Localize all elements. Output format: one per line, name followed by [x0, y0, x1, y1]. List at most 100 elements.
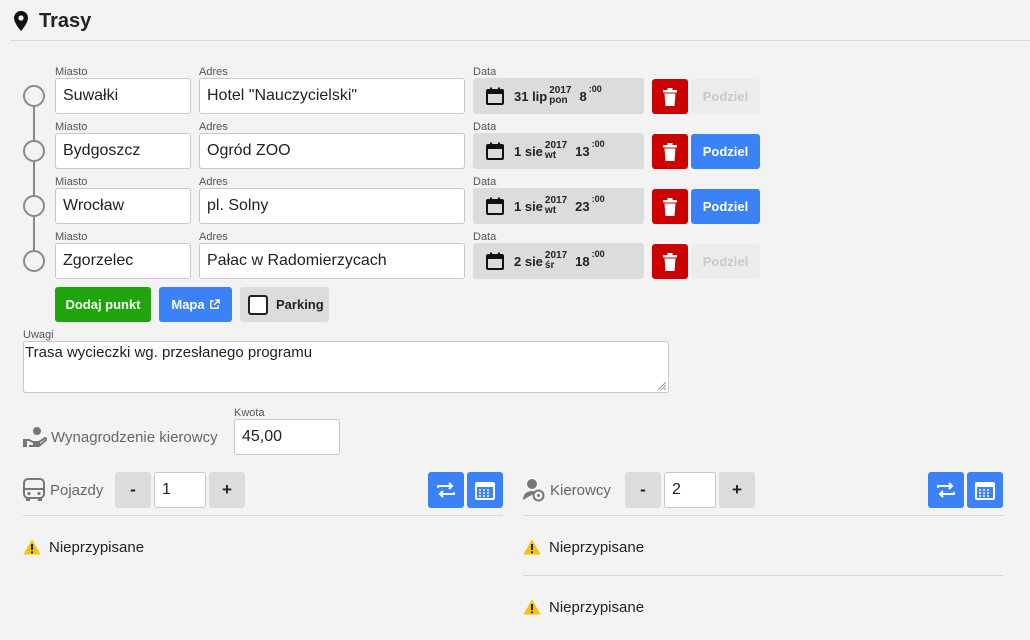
date-weekday: wt	[544, 150, 557, 161]
datetime-picker[interactable]: 2 sie 2017 śr 18 :00	[473, 243, 644, 279]
city-input[interactable]: Zgorzelec	[55, 243, 191, 279]
time-group: 23 :00	[575, 194, 604, 214]
driver-unassigned-item: Nieprzypisane	[523, 537, 644, 557]
date-year-weekday: 2017 pon	[549, 86, 571, 106]
datetime-picker[interactable]: 31 lip 2017 pon 8 :00	[473, 78, 644, 114]
calendar-icon	[975, 482, 995, 500]
delete-stop-button[interactable]	[652, 244, 688, 279]
warning-icon	[523, 599, 541, 615]
parking-toggle[interactable]: Parking	[240, 287, 329, 322]
drivers-divider	[523, 515, 1003, 516]
driver-pay-label-group: Wynagrodzenie kierowcy	[23, 425, 218, 449]
page-title: Trasy	[39, 10, 92, 32]
date-weekday: wt	[544, 205, 557, 216]
vehicles-count-input[interactable]: 1	[154, 472, 206, 508]
city-label: Miasto	[55, 231, 88, 243]
vehicles-decrement-button[interactable]: -	[115, 472, 151, 508]
city-label: Miasto	[55, 121, 88, 133]
time-hour: 13	[575, 143, 590, 159]
calendar-icon	[486, 197, 504, 215]
time-group: 13 :00	[575, 139, 604, 159]
hand-money-icon	[23, 427, 47, 447]
city-label: Miasto	[55, 66, 88, 78]
delete-stop-button[interactable]	[652, 79, 688, 114]
notes-text: Trasa wycieczki wg. przesłanego programu	[25, 344, 313, 361]
delete-stop-button[interactable]	[652, 134, 688, 169]
city-label: Miasto	[55, 176, 88, 188]
datetime-picker[interactable]: 1 sie 2017 wt 23 :00	[473, 188, 644, 224]
drivers-increment-button[interactable]: +	[719, 472, 755, 508]
date-label: Data	[473, 121, 497, 133]
vehicles-label-group: Pojazdy	[23, 478, 103, 502]
route-stop-marker	[23, 250, 45, 272]
calendar-icon	[475, 482, 495, 500]
section-header: Trasy	[10, 0, 1030, 41]
drivers-count-input[interactable]: 2	[664, 472, 716, 508]
city-input[interactable]: Wrocław	[55, 188, 191, 224]
drivers-calendar-button[interactable]	[967, 472, 1003, 508]
date-label: Data	[473, 66, 497, 78]
vehicles-increment-button[interactable]: +	[209, 472, 245, 508]
swap-icon	[437, 482, 455, 498]
date-year-weekday: 2017 wt	[545, 196, 567, 216]
trash-icon	[663, 142, 677, 161]
route-stop-marker	[23, 140, 45, 162]
vehicle-unassigned-item: Nieprzypisane	[23, 537, 144, 557]
time-group: 18 :00	[575, 249, 604, 269]
split-button[interactable]: Podziel	[691, 79, 760, 114]
split-button[interactable]: Podziel	[691, 244, 760, 279]
date-label: Data	[473, 176, 497, 188]
calendar-icon	[486, 252, 504, 270]
driver-icon	[523, 479, 545, 502]
city-input[interactable]: Suwałki	[55, 78, 191, 114]
route-stop-marker	[23, 85, 45, 107]
time-minute: :00	[591, 138, 605, 149]
time-minute: :00	[591, 248, 605, 259]
vehicles-calendar-button[interactable]	[467, 472, 503, 508]
date-day-month: 1 sie	[514, 143, 543, 159]
date-label: Data	[473, 231, 497, 243]
city-input[interactable]: Bydgoszcz	[55, 133, 191, 169]
time-hour: 23	[575, 198, 590, 214]
drivers-decrement-button[interactable]: -	[625, 472, 661, 508]
date-day-month: 2 sie	[514, 253, 543, 269]
address-input[interactable]: Hotel "Nauczycielski"	[199, 78, 465, 114]
add-point-button[interactable]: Dodaj punkt	[55, 287, 151, 322]
amount-input[interactable]: 45,00	[234, 419, 340, 455]
time-hour: 8	[579, 88, 587, 104]
drivers-divider	[523, 575, 1003, 576]
notes-textarea[interactable]: Trasa wycieczki wg. przesłanego programu	[23, 341, 669, 393]
address-label: Adres	[199, 66, 228, 78]
external-link-icon	[209, 299, 220, 309]
drivers-label-group: Kierowcy	[523, 478, 611, 502]
address-label: Adres	[199, 121, 228, 133]
swap-icon	[937, 482, 955, 498]
resize-handle-icon[interactable]	[658, 382, 666, 390]
date-weekday: pon	[549, 95, 568, 106]
split-button[interactable]: Podziel	[691, 134, 760, 169]
address-input[interactable]: pl. Solny	[199, 188, 465, 224]
time-hour: 18	[575, 253, 590, 269]
map-button[interactable]: Mapa	[159, 287, 232, 322]
warning-icon	[23, 539, 41, 555]
date-weekday: śr	[544, 260, 555, 271]
time-group: 8 :00	[579, 84, 602, 104]
date-day-month: 1 sie	[514, 198, 543, 214]
calendar-icon	[486, 87, 504, 105]
vehicles-swap-button[interactable]	[428, 472, 464, 508]
bus-icon	[23, 478, 45, 501]
vehicles-divider	[23, 515, 503, 516]
address-input[interactable]: Ogród ZOO	[199, 133, 465, 169]
parking-checkbox[interactable]	[248, 294, 268, 315]
driver-unassigned-item: Nieprzypisane	[523, 597, 644, 617]
split-button[interactable]: Podziel	[691, 189, 760, 224]
address-input[interactable]: Pałac w Radomierzycach	[199, 243, 465, 279]
calendar-icon	[486, 142, 504, 160]
drivers-swap-button[interactable]	[928, 472, 964, 508]
address-label: Adres	[199, 176, 228, 188]
route-timeline-line	[33, 96, 35, 261]
delete-stop-button[interactable]	[652, 189, 688, 224]
datetime-picker[interactable]: 1 sie 2017 wt 13 :00	[473, 133, 644, 169]
warning-icon	[523, 539, 541, 555]
trash-icon	[663, 197, 677, 216]
